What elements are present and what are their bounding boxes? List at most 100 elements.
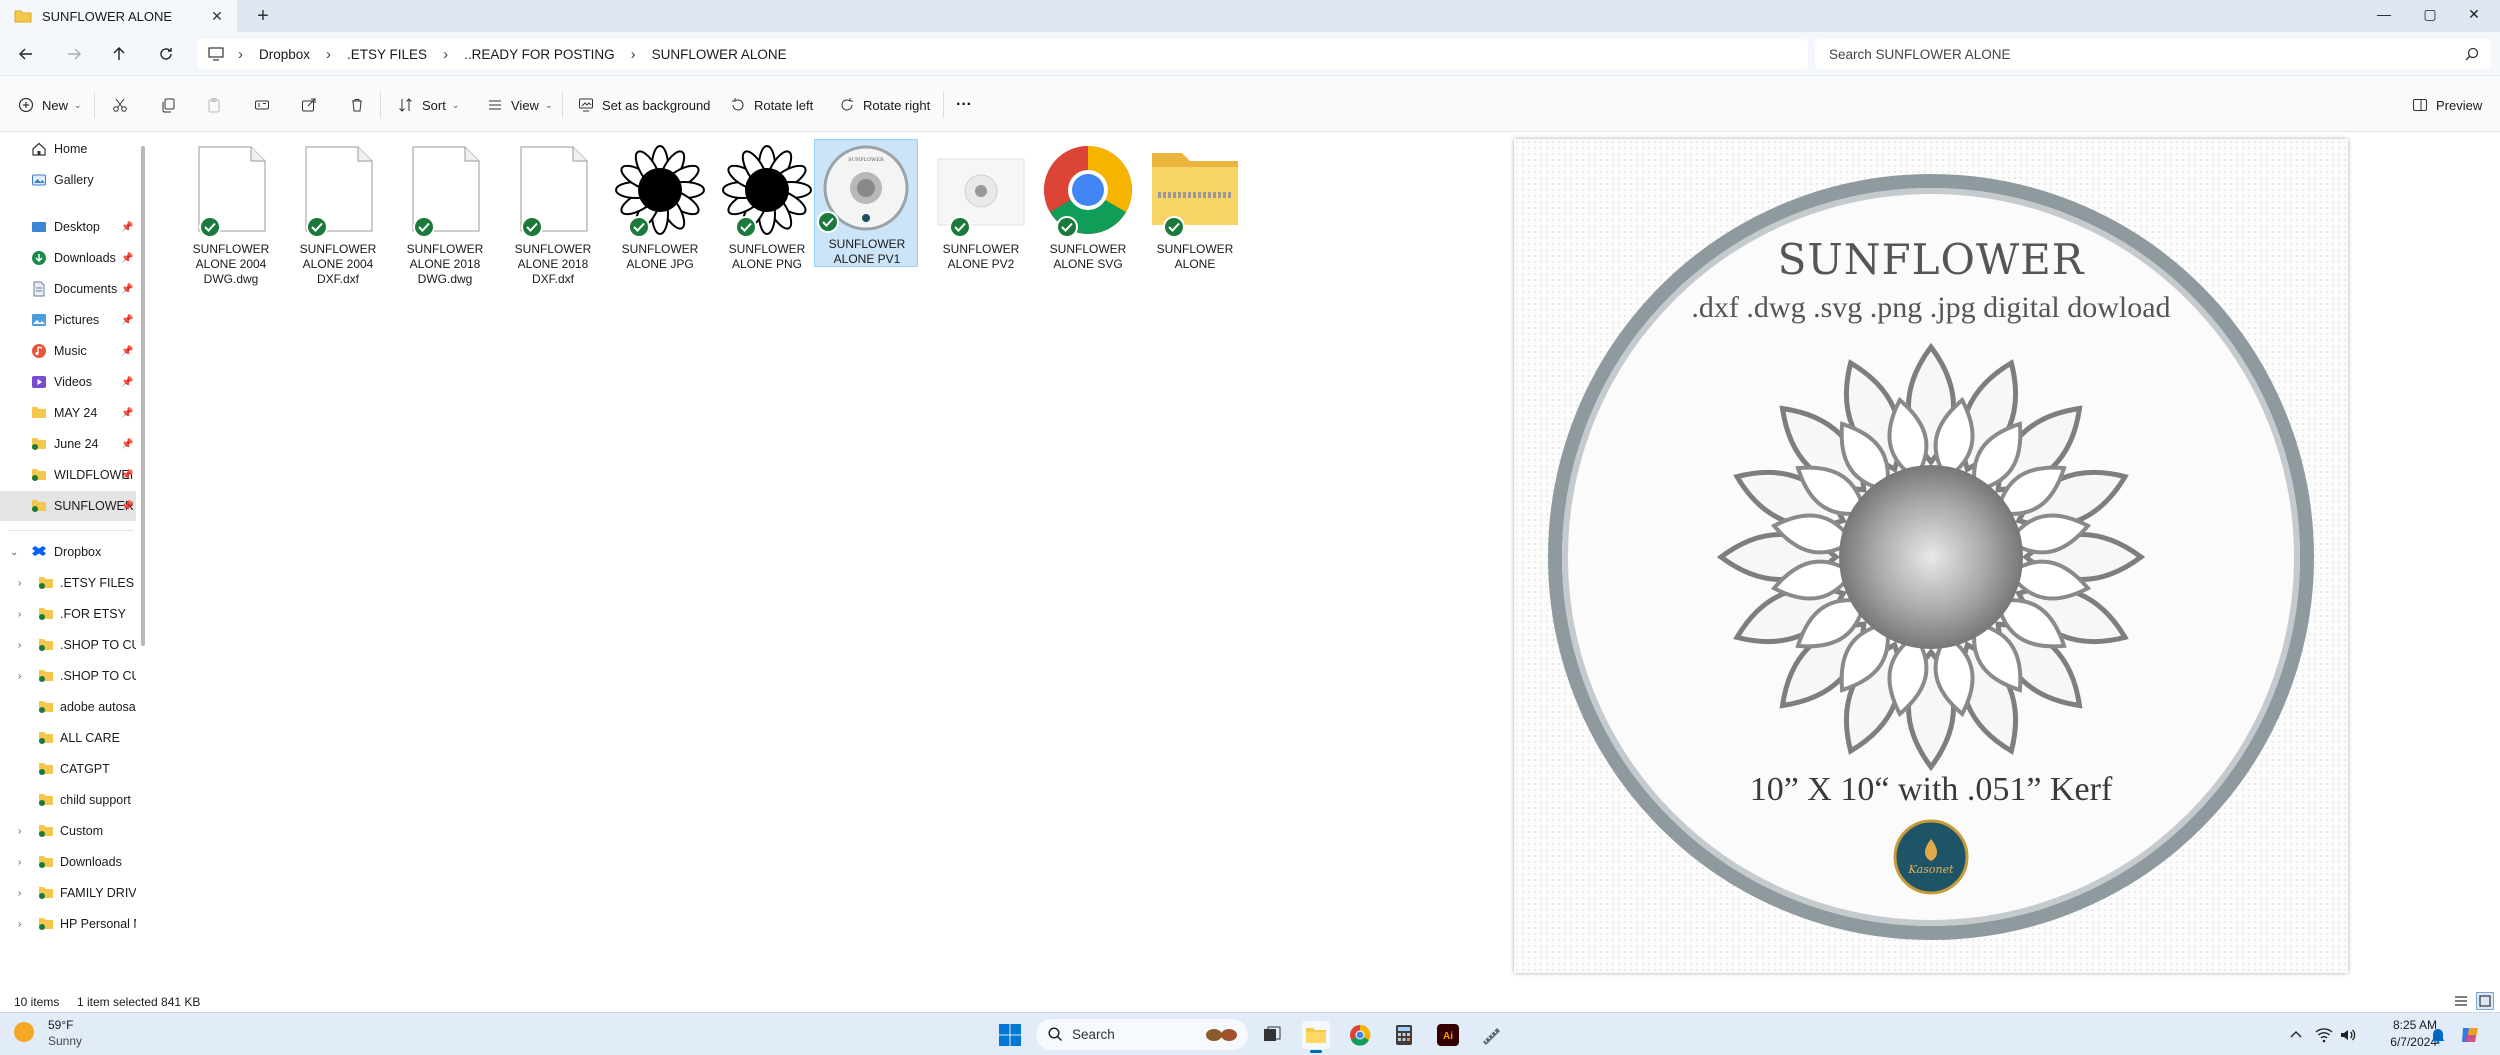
nav-item-folder[interactable]: › HP Personal M bbox=[0, 909, 136, 939]
rename-button[interactable] bbox=[254, 94, 270, 116]
chevron-right-icon[interactable]: › bbox=[18, 578, 21, 589]
file-item-selected[interactable]: SUNFLOWER SUNFLOWER ALONE PV1 bbox=[814, 139, 918, 267]
sort-button[interactable]: Sort ⌄ bbox=[398, 94, 459, 116]
notifications-button[interactable] bbox=[2424, 1021, 2452, 1049]
view-button[interactable]: View ⌄ bbox=[487, 94, 553, 116]
nav-item-sunflower[interactable]: SUNFLOWER 📌 bbox=[0, 491, 136, 521]
taskbar-design-app[interactable] bbox=[1478, 1021, 1506, 1049]
taskbar-illustrator[interactable]: Ai bbox=[1434, 1021, 1462, 1049]
preview-pane: SUNFLOWER .dxf .dwg .svg .png .jpg digit… bbox=[1352, 133, 2500, 990]
nav-item-june-24[interactable]: June 24 📌 bbox=[0, 429, 136, 459]
maximize-button[interactable]: ▢ bbox=[2419, 6, 2441, 26]
nav-item-folder[interactable]: CATGPT bbox=[0, 754, 136, 784]
folder-synced-icon bbox=[31, 498, 47, 514]
nav-item-folder[interactable]: › .SHOP TO CUT bbox=[0, 661, 136, 691]
copilot-button[interactable] bbox=[2456, 1021, 2484, 1049]
share-button[interactable] bbox=[301, 94, 317, 116]
file-item[interactable]: SUNFLOWER ALONE bbox=[1142, 141, 1248, 281]
file-item[interactable]: SUNFLOWER ALONE PV2 bbox=[928, 141, 1034, 281]
rotate-right-button[interactable]: Rotate right bbox=[839, 94, 930, 116]
chevron-down-icon: ⌄ bbox=[544, 99, 553, 110]
chevron-down-icon[interactable]: ⌄ bbox=[10, 547, 18, 558]
breadcrumb-dropbox[interactable]: Dropbox bbox=[259, 47, 310, 62]
nav-item-folder[interactable]: › .FOR ETSY bbox=[0, 599, 136, 629]
copy-button[interactable] bbox=[160, 94, 176, 116]
start-button[interactable] bbox=[996, 1021, 1024, 1049]
nav-item-desktop[interactable]: Desktop 📌 bbox=[0, 212, 136, 242]
nav-item-folder[interactable]: › .SHOP TO CUT bbox=[0, 630, 136, 660]
taskbar-calculator[interactable] bbox=[1390, 1021, 1418, 1049]
file-item[interactable]: SUNFLOWER ALONE 2018 DWG.dwg bbox=[392, 141, 498, 286]
chevron-right-icon[interactable]: › bbox=[18, 888, 21, 899]
active-indicator bbox=[1310, 1050, 1322, 1053]
up-button[interactable] bbox=[107, 42, 131, 66]
taskbar-search[interactable]: Search bbox=[1036, 1019, 1248, 1050]
taskbar-file-explorer[interactable] bbox=[1302, 1021, 1330, 1053]
chevron-right-icon[interactable]: › bbox=[18, 609, 21, 620]
preview-pane-button[interactable]: Preview bbox=[2412, 94, 2482, 116]
chevron-right-icon[interactable]: › bbox=[18, 640, 21, 651]
search-input[interactable]: Search SUNFLOWER ALONE bbox=[1815, 39, 2491, 69]
new-button[interactable]: New ⌄ bbox=[18, 94, 82, 116]
details-view-button[interactable] bbox=[2454, 994, 2468, 1008]
rotate-left-button[interactable]: Rotate left bbox=[730, 94, 813, 116]
speaker-icon bbox=[2341, 1029, 2356, 1041]
task-view-button[interactable] bbox=[1258, 1021, 1286, 1049]
breadcrumb-sunflower-alone[interactable]: SUNFLOWER ALONE bbox=[652, 47, 787, 62]
nav-item-downloads[interactable]: Downloads 📌 bbox=[0, 243, 136, 273]
more-options-button[interactable]: ··· bbox=[956, 94, 972, 116]
pictures-icon bbox=[31, 312, 47, 328]
paste-button[interactable] bbox=[206, 94, 222, 116]
taskbar-chrome[interactable] bbox=[1346, 1021, 1374, 1049]
tiles-view-button[interactable] bbox=[2476, 992, 2494, 1010]
file-item[interactable]: SUNFLOWER ALONE 2004 DXF.dxf bbox=[285, 141, 391, 286]
nav-item-folder[interactable]: ALL CARE bbox=[0, 723, 136, 753]
nav-item-home[interactable]: Home bbox=[0, 134, 136, 164]
nav-item-dropbox[interactable]: ⌄ Dropbox bbox=[0, 537, 136, 567]
nav-item-documents[interactable]: Documents 📌 bbox=[0, 274, 136, 304]
nav-item-gallery[interactable]: Gallery bbox=[0, 165, 136, 195]
nav-item-pictures[interactable]: Pictures 📌 bbox=[0, 305, 136, 335]
file-item[interactable]: SUNFLOWER ALONE JPG bbox=[607, 141, 713, 281]
close-window-button[interactable]: ✕ bbox=[2463, 6, 2485, 26]
breadcrumb-ready-for-posting[interactable]: ..READY FOR POSTING bbox=[464, 47, 615, 62]
new-tab-button[interactable]: + bbox=[252, 6, 274, 28]
status-bar: 10 items 1 item selected 841 KB bbox=[0, 990, 2500, 1012]
back-button[interactable] bbox=[14, 42, 38, 66]
refresh-button[interactable] bbox=[154, 42, 178, 66]
nav-item-may-24[interactable]: MAY 24 📌 bbox=[0, 398, 136, 428]
file-item[interactable]: SUNFLOWER ALONE PNG bbox=[714, 141, 820, 281]
nav-item-wildflower[interactable]: WILDFLOWEI 📌 bbox=[0, 460, 136, 490]
chevron-right-icon[interactable]: › bbox=[18, 671, 21, 682]
nav-item-folder[interactable]: › .ETSY FILES bbox=[0, 568, 136, 598]
chevron-right-icon[interactable]: › bbox=[18, 857, 21, 868]
nav-item-folder[interactable]: adobe autosav bbox=[0, 692, 136, 722]
nav-item-music[interactable]: Music 📌 bbox=[0, 336, 136, 366]
cut-button[interactable] bbox=[112, 94, 128, 116]
file-item[interactable]: SUNFLOWER ALONE 2018 DXF.dxf bbox=[500, 141, 606, 286]
desktop-icon bbox=[31, 219, 47, 235]
file-item[interactable]: SUNFLOWER ALONE SVG bbox=[1035, 141, 1141, 281]
tab-sunflower-alone[interactable]: SUNFLOWER ALONE ✕ bbox=[0, 0, 237, 32]
chevron-right-icon[interactable]: › bbox=[18, 919, 21, 930]
nav-item-label: child support bbox=[60, 793, 131, 807]
breadcrumb-etsy-files[interactable]: .ETSY FILES bbox=[347, 47, 427, 62]
nav-item-folder[interactable]: › Downloads bbox=[0, 847, 136, 877]
nav-item-videos[interactable]: Videos 📌 bbox=[0, 367, 136, 397]
delete-button[interactable] bbox=[349, 94, 365, 116]
file-item[interactable]: SUNFLOWER ALONE 2004 DWG.dwg bbox=[178, 141, 284, 286]
chevron-right-icon[interactable]: › bbox=[18, 826, 21, 837]
minimize-button[interactable]: — bbox=[2373, 6, 2395, 26]
nav-item-folder[interactable]: child support bbox=[0, 785, 136, 815]
close-tab-icon[interactable]: ✕ bbox=[209, 8, 225, 24]
nav-item-folder[interactable]: › Custom bbox=[0, 816, 136, 846]
nav-scrollbar[interactable] bbox=[141, 146, 145, 646]
set-as-background-button[interactable]: Set as background bbox=[578, 94, 710, 116]
plus-circle-icon bbox=[18, 97, 34, 113]
divider bbox=[562, 92, 563, 118]
show-hidden-icons-button[interactable] bbox=[2282, 1021, 2310, 1049]
forward-button[interactable] bbox=[62, 42, 86, 66]
nav-item-folder[interactable]: › FAMILY DRIVEI bbox=[0, 878, 136, 908]
taskbar: 59°F Sunny Search Ai 8:25 AM 6/7/2024 bbox=[0, 1012, 2500, 1055]
address-bar[interactable]: › Dropbox › .ETSY FILES › ..READY FOR PO… bbox=[198, 39, 1808, 69]
